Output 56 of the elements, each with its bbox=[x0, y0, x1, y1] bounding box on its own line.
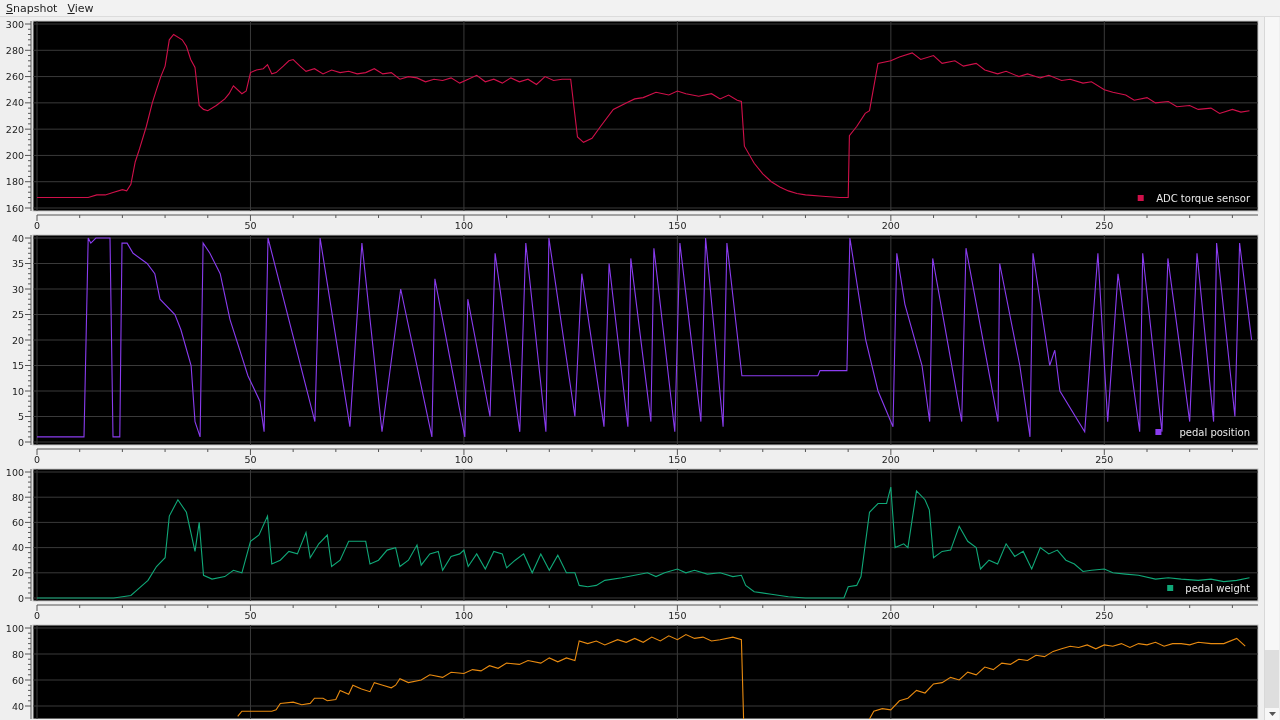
legend-marker bbox=[1137, 195, 1144, 201]
y-tick-label: 100 bbox=[5, 622, 24, 634]
x-tick-label: 250 bbox=[1095, 454, 1114, 465]
scrollbar-thumb[interactable] bbox=[1265, 650, 1279, 708]
y-tick-label: 0 bbox=[17, 592, 24, 604]
x-tick-label: 200 bbox=[881, 454, 900, 465]
y-tick-label: 240 bbox=[5, 97, 24, 109]
x-tick-label: 200 bbox=[881, 220, 900, 231]
y-tick-label: 40 bbox=[11, 700, 24, 712]
x-tick-label: 100 bbox=[454, 220, 473, 231]
y-tick-label: 80 bbox=[11, 491, 24, 503]
y-tick-label: 300 bbox=[5, 18, 24, 30]
menu-item[interactable]: View bbox=[67, 1, 94, 15]
y-tick-label: 20 bbox=[11, 567, 24, 579]
x-tick-label: 150 bbox=[668, 610, 687, 621]
y-tick-label: 100 bbox=[5, 466, 24, 478]
legend-label: pedal position bbox=[1179, 427, 1250, 438]
y-tick-label: 30 bbox=[11, 283, 24, 295]
y-tick-label: 200 bbox=[5, 149, 24, 161]
x-tick-label: 0 bbox=[34, 220, 40, 231]
y-tick-label: 280 bbox=[5, 44, 24, 56]
x-tick-label: 0 bbox=[34, 454, 40, 465]
legend-label: pedal weight bbox=[1185, 583, 1250, 594]
y-tick-label: 80 bbox=[11, 648, 24, 660]
x-tick-label: 50 bbox=[244, 220, 257, 231]
legend-marker bbox=[1155, 429, 1162, 435]
menu-item[interactable]: Snapshot bbox=[6, 1, 58, 15]
down-arrow-icon[interactable] bbox=[1268, 712, 1276, 716]
y-tick-label: 0 bbox=[17, 436, 24, 448]
scrollbar[interactable] bbox=[1264, 17, 1279, 720]
y-tick-label: 60 bbox=[11, 516, 24, 528]
x-tick-label: 250 bbox=[1095, 220, 1114, 231]
y-tick-label: 20 bbox=[11, 334, 24, 346]
x-tick-label: 200 bbox=[881, 610, 900, 621]
x-tick-label: 150 bbox=[668, 454, 687, 465]
y-tick-label: 15 bbox=[11, 360, 24, 371]
y-tick-label: 260 bbox=[5, 71, 24, 83]
x-tick-label: 50 bbox=[244, 610, 257, 621]
y-tick-label: 35 bbox=[11, 258, 24, 269]
x-tick-label: 150 bbox=[668, 220, 687, 231]
x-tick-label: 50 bbox=[244, 454, 257, 465]
legend-marker bbox=[1167, 585, 1174, 591]
y-tick-label: 10 bbox=[11, 385, 24, 397]
legend-label: ADC torque sensor bbox=[1156, 193, 1250, 204]
x-tick-label: 250 bbox=[1095, 610, 1114, 621]
y-tick-label: 40 bbox=[11, 542, 24, 554]
y-tick-label: 5 bbox=[17, 411, 24, 422]
x-tick-label: 100 bbox=[454, 610, 473, 621]
x-tick-label: 0 bbox=[34, 610, 40, 621]
y-tick-label: 220 bbox=[5, 123, 24, 135]
y-tick-label: 60 bbox=[11, 674, 24, 686]
y-tick-label: 25 bbox=[11, 309, 24, 320]
y-tick-label: 40 bbox=[11, 232, 24, 244]
y-tick-label: 160 bbox=[5, 202, 24, 214]
y-tick-label: 180 bbox=[5, 176, 24, 188]
x-tick-label: 100 bbox=[454, 454, 473, 465]
